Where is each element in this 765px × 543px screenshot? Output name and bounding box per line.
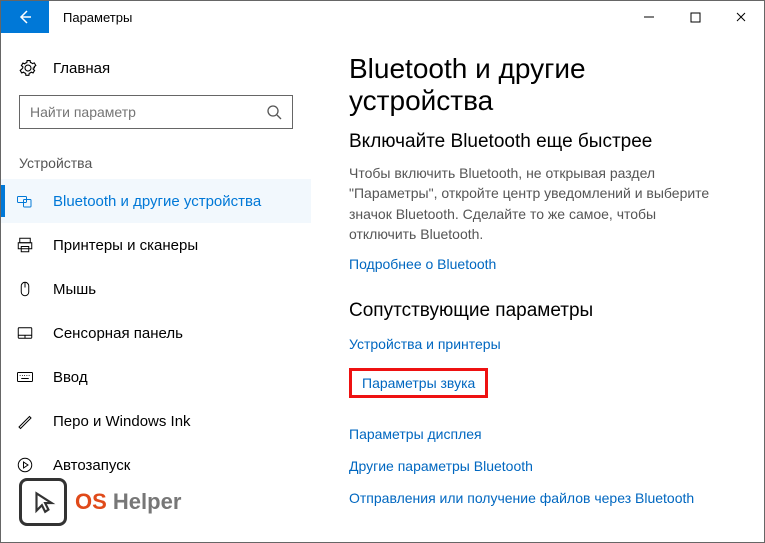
related-heading: Сопутствующие параметры — [349, 300, 734, 322]
body-text: Чтобы включить Bluetooth, не открывая ра… — [349, 163, 719, 244]
window-title: Параметры — [49, 10, 132, 25]
home-nav[interactable]: Главная — [1, 53, 311, 91]
link-send-receive-files[interactable]: Отправления или получение файлов через B… — [349, 490, 734, 506]
autoplay-icon — [15, 456, 35, 474]
search-icon — [266, 104, 282, 120]
titlebar: Параметры — [1, 1, 764, 33]
sidebar-item-label: Принтеры и сканеры — [53, 237, 198, 254]
link-devices-printers[interactable]: Устройства и принтеры — [349, 336, 734, 352]
main-panel: Bluetooth и другие устройства Включайте … — [311, 33, 764, 542]
maximize-icon — [690, 12, 701, 23]
sidebar-item-typing[interactable]: Ввод — [1, 355, 311, 399]
window-controls — [626, 1, 764, 33]
sidebar-item-label: Ввод — [53, 369, 88, 386]
touchpad-icon — [15, 324, 35, 342]
highlight-box: Параметры звука — [349, 368, 488, 398]
learn-more-link[interactable]: Подробнее о Bluetooth — [349, 256, 734, 272]
arrow-left-icon — [17, 9, 33, 25]
close-icon — [735, 11, 747, 23]
link-more-bluetooth[interactable]: Другие параметры Bluetooth — [349, 458, 734, 474]
sidebar-item-autoplay[interactable]: Автозапуск — [1, 443, 311, 487]
close-button[interactable] — [718, 1, 764, 33]
sidebar-item-pen[interactable]: Перо и Windows Ink — [1, 399, 311, 443]
sidebar-item-touchpad[interactable]: Сенсорная панель — [1, 311, 311, 355]
sidebar: Главная Устройства Bluetooth и другие ус… — [1, 33, 311, 542]
search-box[interactable] — [19, 95, 293, 129]
search-input[interactable] — [30, 104, 266, 120]
sidebar-section-label: Устройства — [1, 147, 311, 179]
page-title: Bluetooth и другие устройства — [349, 53, 734, 117]
printer-icon — [15, 236, 35, 254]
sidebar-item-bluetooth[interactable]: Bluetooth и другие устройства — [1, 179, 311, 223]
back-button[interactable] — [1, 1, 49, 33]
minimize-icon — [643, 11, 655, 23]
home-label: Главная — [53, 60, 110, 77]
sidebar-item-label: Bluetooth и другие устройства — [53, 193, 261, 210]
sidebar-item-label: Автозапуск — [53, 457, 130, 474]
sidebar-item-label: Мышь — [53, 281, 96, 298]
maximize-button[interactable] — [672, 1, 718, 33]
pen-icon — [15, 412, 35, 430]
mouse-icon — [15, 280, 35, 298]
sidebar-item-label: Перо и Windows Ink — [53, 413, 191, 430]
sidebar-item-printers[interactable]: Принтеры и сканеры — [1, 223, 311, 267]
sidebar-item-mouse[interactable]: Мышь — [1, 267, 311, 311]
sub-heading: Включайте Bluetooth еще быстрее — [349, 131, 734, 153]
bluetooth-devices-icon — [15, 192, 35, 210]
gear-icon — [19, 59, 37, 77]
link-display-settings[interactable]: Параметры дисплея — [349, 426, 734, 442]
minimize-button[interactable] — [626, 1, 672, 33]
sidebar-item-label: Сенсорная панель — [53, 325, 183, 342]
link-sound-settings[interactable]: Параметры звука — [362, 375, 475, 391]
keyboard-icon — [15, 368, 35, 386]
